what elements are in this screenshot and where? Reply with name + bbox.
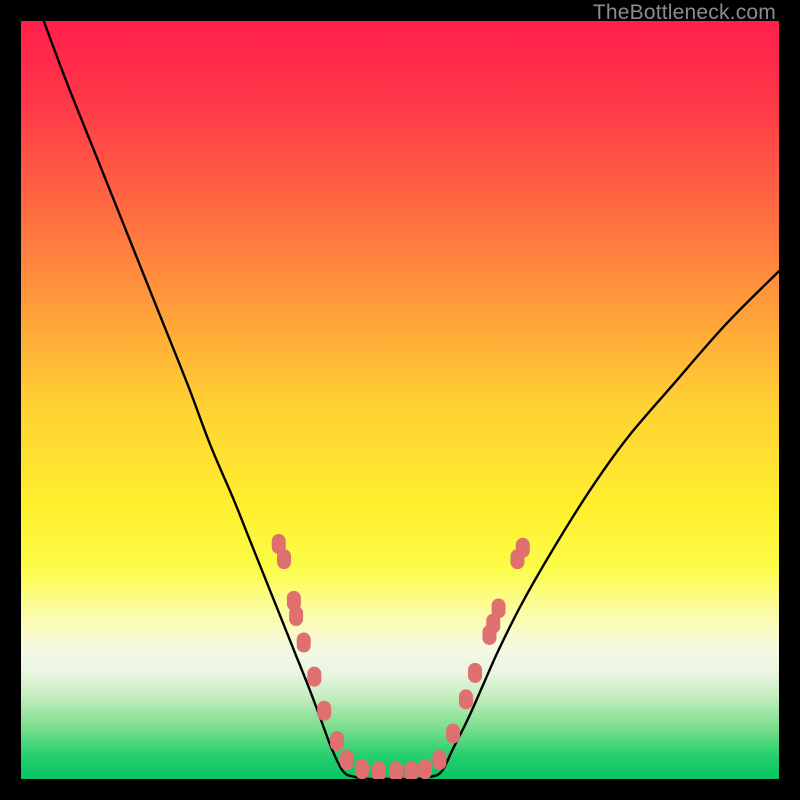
data-marker <box>330 731 344 751</box>
data-marker <box>492 598 506 618</box>
data-marker <box>516 538 530 558</box>
data-marker <box>404 761 418 779</box>
data-marker <box>389 761 403 779</box>
data-marker <box>277 549 291 569</box>
data-marker <box>289 606 303 626</box>
data-marker <box>340 750 354 770</box>
data-marker <box>468 663 482 683</box>
data-marker <box>297 633 311 653</box>
data-marker <box>372 761 386 779</box>
data-marker <box>459 689 473 709</box>
data-marker <box>307 667 321 687</box>
bottleneck-chart <box>21 21 779 779</box>
data-marker <box>432 750 446 770</box>
data-marker <box>446 724 460 744</box>
watermark-text: TheBottleneck.com <box>593 1 776 25</box>
data-marker <box>355 759 369 779</box>
chart-frame <box>21 21 779 779</box>
chart-gradient-background <box>21 21 779 779</box>
data-marker <box>317 701 331 721</box>
data-marker <box>418 759 432 779</box>
